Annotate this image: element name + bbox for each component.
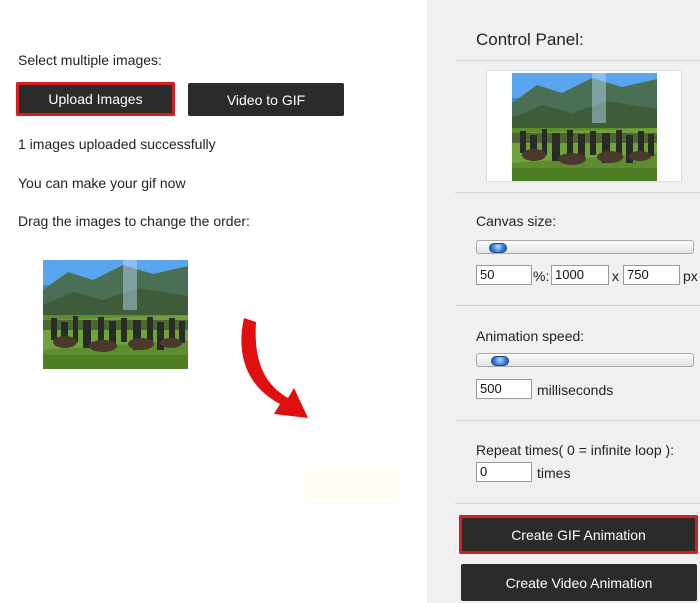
panel-divider	[455, 60, 700, 61]
animation-speed-input[interactable]: 500	[476, 379, 532, 399]
canvas-width-input[interactable]: 1000	[551, 265, 609, 285]
dimension-separator: x	[612, 268, 619, 284]
repeat-times-label: Repeat times( 0 = infinite loop ):	[476, 442, 675, 458]
animation-speed-slider-handle[interactable]	[491, 356, 509, 366]
panel-divider	[455, 192, 700, 193]
drag-hint-text: Drag the images to change the order:	[18, 213, 250, 229]
create-video-button[interactable]: Create Video Animation	[461, 564, 697, 601]
curved-arrow-icon	[241, 318, 308, 418]
times-unit-label: times	[537, 465, 571, 481]
create-gif-button[interactable]: Create GIF Animation	[459, 515, 698, 554]
canvas-height-input[interactable]: 750	[623, 265, 680, 285]
panel-divider	[455, 420, 700, 421]
ready-status-text: You can make your gif now	[18, 175, 186, 191]
animation-speed-label: Animation speed:	[476, 328, 585, 344]
repeat-times-input[interactable]: 0	[476, 462, 532, 482]
control-panel-title: Control Panel:	[476, 30, 584, 49]
gif-preview-image	[512, 73, 657, 181]
video-to-gif-button[interactable]: Video to GIF	[188, 83, 344, 116]
panel-divider	[455, 503, 700, 504]
upload-area: Select multiple images: Upload Images Vi…	[0, 0, 427, 603]
panel-divider	[455, 305, 700, 306]
px-unit-label: px	[683, 268, 698, 284]
canvas-size-label: Canvas size:	[476, 213, 557, 229]
drop-target-hint	[302, 470, 400, 501]
uploaded-image-thumbnail[interactable]	[43, 260, 188, 369]
canvas-size-slider[interactable]	[476, 240, 694, 254]
select-images-label: Select multiple images:	[18, 52, 162, 68]
animation-speed-slider[interactable]	[476, 353, 694, 367]
canvas-size-slider-handle[interactable]	[489, 243, 507, 253]
upload-images-button[interactable]: Upload Images	[16, 82, 175, 116]
canvas-percent-input[interactable]: 50	[476, 265, 532, 285]
preview-frame	[486, 70, 682, 182]
percent-separator: %:	[533, 268, 550, 284]
upload-status-text: 1 images uploaded successfully	[18, 136, 216, 152]
milliseconds-unit-label: milliseconds	[537, 382, 614, 398]
